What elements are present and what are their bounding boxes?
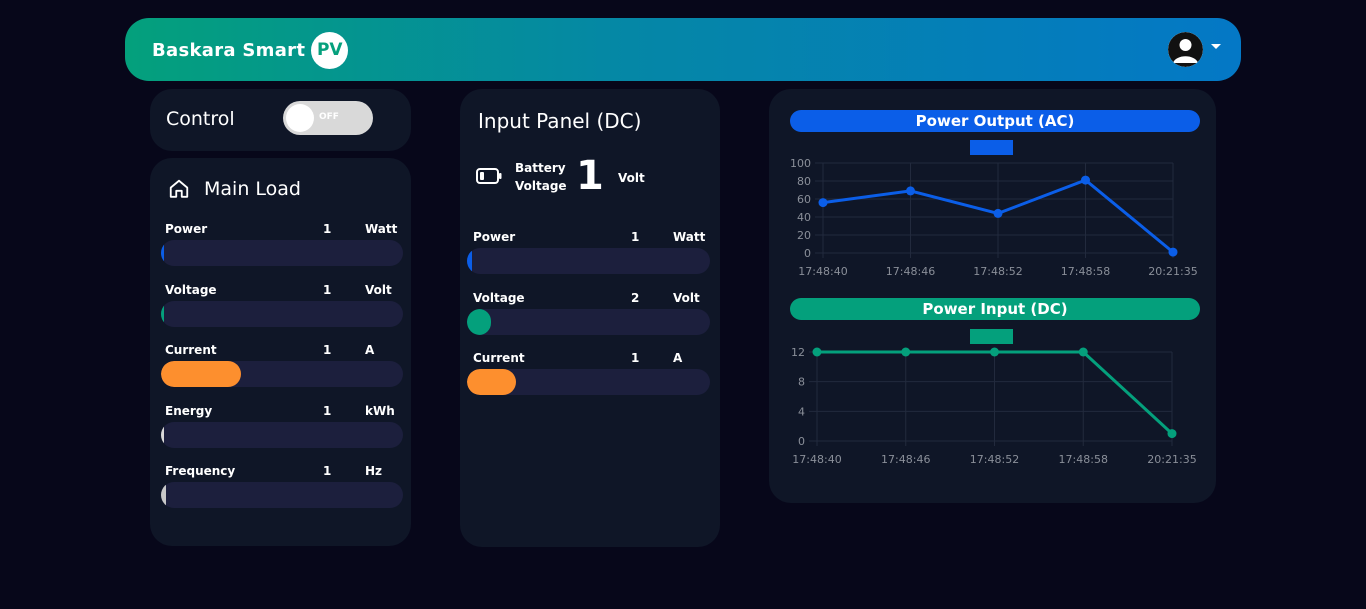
data-point <box>1167 429 1177 439</box>
x-tick-label: 17:48:58 <box>1059 453 1108 466</box>
y-tick-label: 0 <box>804 247 811 260</box>
metric-unit-voltage: Volt <box>365 282 392 297</box>
data-point <box>906 186 915 196</box>
battery-voltage-label: Battery Voltage <box>515 159 567 195</box>
metric-bar-fill-frequency <box>161 482 166 508</box>
metric-bar-fill-power <box>161 240 164 266</box>
chevron-down-icon[interactable] <box>1211 44 1221 49</box>
y-tick-label: 12 <box>791 346 805 359</box>
metric-unit-energy: kWh <box>365 403 395 418</box>
metric-value-voltage: 1 <box>323 282 332 297</box>
metric-label-energy: Energy <box>165 403 213 418</box>
power-input-legend[interactable] <box>970 329 1013 344</box>
y-tick-label: 8 <box>798 376 805 389</box>
y-tick-label: 20 <box>797 229 811 242</box>
battery-label-line2: Voltage <box>515 179 567 193</box>
metric-label-current: Current <box>165 343 217 357</box>
main-load-title: Main Load <box>204 178 301 200</box>
x-tick-label: 20:21:35 <box>1148 265 1197 278</box>
x-tick-label: 17:48:52 <box>970 453 1019 466</box>
battery-icon <box>476 168 502 184</box>
power-input-chart: 0 4 8 12 17:48:40 17:48:46 17:48:52 17:48:58 20:… <box>791 346 1197 466</box>
user-avatar-icon[interactable] <box>1168 32 1203 67</box>
metric-bar-fill-energy <box>161 421 164 448</box>
metric-label-power: Power <box>473 230 516 244</box>
x-tick-label: 17:48:52 <box>973 265 1022 278</box>
metric-bar-energy <box>161 421 403 448</box>
metric-value-current: 1 <box>323 343 332 357</box>
battery-voltage-value: 1 <box>576 153 604 199</box>
power-output-legend[interactable] <box>970 140 1013 155</box>
metric-value-energy: 1 <box>323 403 332 418</box>
power-output-chart-title: Power Output (AC) <box>790 110 1200 132</box>
metric-unit-power: Watt <box>365 222 398 236</box>
metric-label-voltage: Voltage <box>165 282 217 297</box>
metric-unit-frequency: Hz <box>365 464 383 478</box>
metric-unit-current: A <box>365 343 375 357</box>
input-panel-card: Input Panel (DC) Battery Voltage 1 Volt … <box>460 89 720 547</box>
charts-card: Power Output (AC) 0 20 40 60 80 100 17:48:40 17… <box>769 89 1216 503</box>
power-input-chart-title: Power Input (DC) <box>790 298 1200 320</box>
metric-value-voltage: 2 <box>631 290 640 305</box>
toggle-knob <box>286 104 314 132</box>
metric-label-voltage: Voltage <box>473 290 525 305</box>
metric-label-current: Current <box>473 351 525 365</box>
metric-bar-fill-voltage <box>467 308 492 335</box>
x-tick-label: 17:48:40 <box>792 453 841 466</box>
metric-value-current: 1 <box>631 351 640 365</box>
y-tick-label: 4 <box>798 405 805 418</box>
x-tick-label: 17:48:46 <box>881 453 930 466</box>
data-point <box>812 347 822 357</box>
metric-bar-fill-power <box>467 248 472 274</box>
home-icon <box>169 179 189 198</box>
y-tick-label: 100 <box>790 159 811 170</box>
metric-label-power: Power <box>165 222 208 236</box>
x-tick-label: 17:48:58 <box>1061 265 1110 278</box>
metric-bar-current <box>161 361 403 387</box>
metric-label-frequency: Frequency <box>165 464 236 478</box>
metric-value-power: 1 <box>631 230 640 244</box>
y-tick-label: 40 <box>797 211 811 224</box>
metric-bar-power <box>467 248 710 274</box>
data-point <box>993 208 1003 218</box>
data-point <box>1168 247 1178 257</box>
input-panel-title: Input Panel (DC) <box>478 109 642 133</box>
metric-bar-voltage <box>161 300 403 327</box>
brand-badge: PV <box>311 31 349 69</box>
metric-unit-voltage: Volt <box>673 290 700 305</box>
data-point <box>901 347 911 357</box>
metric-value-frequency: 1 <box>323 464 332 478</box>
data-point <box>990 347 999 357</box>
main-load-card: Main Load Power 1 Watt Voltage 1 Volt Current 1… <box>150 158 411 546</box>
metric-bar-voltage <box>467 308 710 335</box>
battery-voltage-unit: Volt <box>618 171 645 185</box>
y-tick-label: 80 <box>797 175 811 188</box>
metric-value-power: 1 <box>323 222 332 236</box>
brand-text: Baskara Smart <box>152 39 306 61</box>
metric-bar-power <box>161 240 403 266</box>
metric-unit-current: A <box>673 351 683 365</box>
y-tick-label: 0 <box>798 435 805 448</box>
data-point <box>818 198 828 208</box>
top-navbar: Baskara Smart PV <box>125 18 1241 81</box>
metric-bar-fill-voltage <box>161 300 164 327</box>
data-point <box>1078 347 1088 357</box>
y-tick-label: 60 <box>797 193 811 206</box>
x-tick-label: 17:48:46 <box>886 265 935 278</box>
metric-bar-current <box>467 369 710 395</box>
metric-bar-fill-current <box>467 369 516 395</box>
x-tick-label: 20:21:35 <box>1147 453 1196 466</box>
control-title: Control <box>166 108 235 130</box>
power-toggle[interactable]: OFF <box>283 101 373 135</box>
toggle-label: OFF <box>319 112 339 122</box>
metric-unit-power: Watt <box>673 230 706 244</box>
brand[interactable]: Baskara Smart PV <box>152 31 349 69</box>
data-point <box>1081 175 1090 185</box>
metric-bar-frequency <box>161 482 403 508</box>
x-tick-label: 17:48:40 <box>798 265 847 278</box>
battery-label-line1: Battery <box>515 161 566 175</box>
metric-bar-fill-current <box>161 361 241 387</box>
power-output-chart: 0 20 40 60 80 100 17:48:40 17:48:46 17:48:52 17:4… <box>790 159 1198 278</box>
